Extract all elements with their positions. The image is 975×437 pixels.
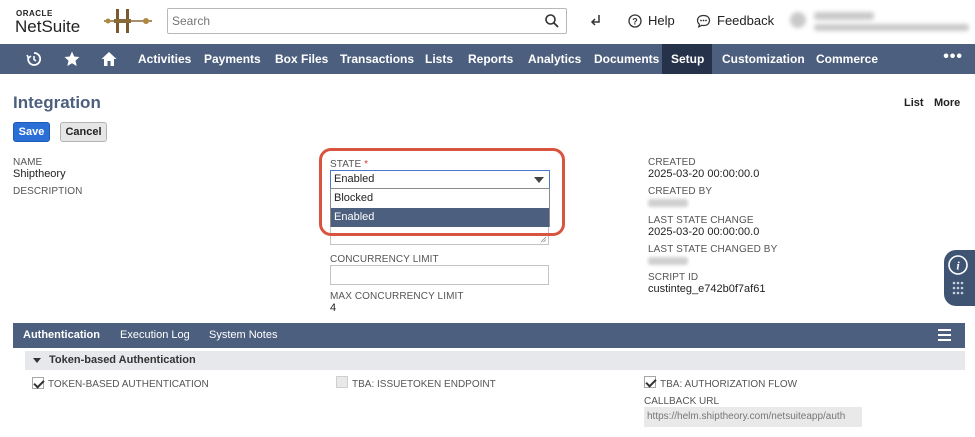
nav-more-menu[interactable]: ••• [943, 44, 963, 70]
arrow-return-icon[interactable] [589, 13, 605, 29]
global-search[interactable] [167, 8, 567, 34]
home-icon[interactable] [100, 50, 118, 68]
subtab-menu-icon[interactable] [938, 329, 951, 341]
name-label: NAME [13, 157, 43, 168]
created-by-label: CREATED BY [648, 186, 713, 197]
grid-dots-icon[interactable] [951, 280, 965, 298]
max-concurrency-value: 4 [330, 302, 337, 314]
concurrency-limit-input[interactable] [330, 265, 549, 285]
nav-commerce[interactable]: Commerce [807, 44, 887, 74]
help-link[interactable]: ? Help [628, 13, 675, 28]
save-button[interactable]: Save [13, 122, 50, 142]
chevron-down-icon[interactable] [33, 357, 41, 363]
created-value: 2025-03-20 00:00:00.0 [648, 168, 760, 180]
max-concurrency-label: MAX CONCURRENCY LIMIT [330, 291, 464, 302]
concurrency-limit-label: CONCURRENCY LIMIT [330, 254, 439, 265]
chat-bubble-icon [696, 14, 711, 28]
svg-text:?: ? [632, 16, 638, 26]
issuetoken-checkbox[interactable] [336, 376, 348, 388]
nav-payments[interactable]: Payments [195, 44, 270, 74]
authflow-checkbox[interactable] [644, 376, 656, 388]
top-header: ORACLE NetSuite ? Help Feedback [0, 0, 975, 44]
nav-documents[interactable]: Documents [585, 44, 668, 74]
description-label: DESCRIPTION [13, 186, 83, 197]
nav-lists[interactable]: Lists [416, 44, 462, 74]
tab-system-notes[interactable]: System Notes [209, 329, 277, 341]
nav-analytics[interactable]: Analytics [519, 44, 590, 74]
user-menu[interactable] [790, 10, 975, 34]
nav-setup[interactable]: Setup [662, 44, 712, 74]
created-label: CREATED [648, 157, 696, 168]
authflow-label: TBA: AUTHORIZATION FLOW [660, 379, 798, 390]
resize-handle-icon[interactable] [540, 236, 547, 243]
info-icon[interactable]: i [947, 254, 969, 276]
netsuite-logo-text[interactable]: NetSuite [15, 17, 80, 37]
help-circle-icon: ? [628, 13, 642, 28]
feedback-label: Feedback [717, 13, 775, 28]
help-label: Help [648, 13, 675, 28]
callback-url-field[interactable]: https://helm.shiptheory.com/netsuiteapp/… [644, 407, 862, 427]
tba-label: TOKEN-BASED AUTHENTICATION [48, 379, 209, 390]
page-title: Integration [13, 93, 101, 112]
side-help-widget[interactable]: i [944, 250, 975, 306]
section-title: Token-based Authentication [49, 354, 196, 366]
last-state-changed-by-value [648, 257, 688, 265]
list-link[interactable]: List [904, 97, 924, 109]
search-icon[interactable] [544, 13, 560, 29]
callback-url-label: CALLBACK URL [644, 396, 720, 407]
main-navigation: Activities Payments Box Files Transactio… [0, 44, 975, 74]
search-input[interactable] [172, 11, 532, 31]
created-by-value [648, 199, 688, 207]
subtab-bar: Authentication Execution Log System Note… [13, 323, 965, 348]
svg-text:i: i [956, 259, 960, 273]
nav-box-files[interactable]: Box Files [266, 44, 337, 74]
last-state-change-value: 2025-03-20 00:00:00.0 [648, 226, 760, 238]
star-icon[interactable] [63, 50, 81, 68]
name-value: Shiptheory [13, 168, 66, 180]
company-logo [104, 9, 152, 33]
cancel-button[interactable]: Cancel [60, 122, 107, 142]
nav-transactions[interactable]: Transactions [331, 44, 423, 74]
tab-authentication[interactable]: Authentication [23, 329, 100, 341]
nav-reports[interactable]: Reports [459, 44, 522, 74]
script-id-label: SCRIPT ID [648, 272, 699, 283]
history-icon[interactable] [25, 50, 43, 68]
nav-activities[interactable]: Activities [129, 44, 200, 74]
nav-customization[interactable]: Customization [713, 44, 814, 74]
last-state-change-label: LAST STATE CHANGE [648, 215, 754, 226]
token-auth-section-header[interactable]: Token-based Authentication [25, 351, 965, 370]
highlight-annotation [319, 148, 565, 236]
more-link[interactable]: More [934, 97, 960, 109]
last-state-changed-by-label: LAST STATE CHANGED BY [648, 244, 778, 255]
tab-execution-log[interactable]: Execution Log [120, 329, 190, 341]
tba-checkbox[interactable] [32, 377, 44, 389]
feedback-link[interactable]: Feedback [696, 13, 774, 28]
script-id-value: custinteg_e742b0f7af61 [648, 283, 766, 295]
issuetoken-label: TBA: ISSUETOKEN ENDPOINT [352, 379, 496, 390]
